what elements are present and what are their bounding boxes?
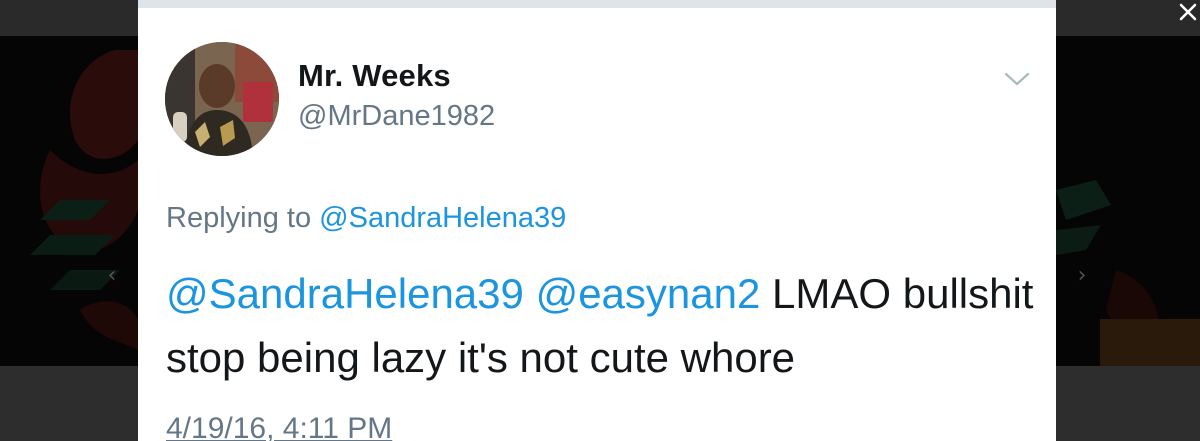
close-button[interactable] [1176,0,1200,24]
close-icon [1179,3,1197,21]
replying-to-label: Replying to [166,202,312,234]
chevron-right-icon: › [1077,263,1087,288]
avatar-image [165,42,279,156]
display-name[interactable]: Mr. Weeks [298,58,451,94]
tweet-text: @SandraHelena39 @easynan2 LMAO bullshit … [166,262,1036,390]
background-block [1100,319,1200,366]
chevron-left-icon: ‹ [107,263,117,288]
background-decoration-left [30,50,138,350]
mention-link[interactable]: @SandraHelena39 [166,270,524,317]
avatar[interactable] [165,42,279,156]
chevron-down-icon[interactable] [1002,68,1032,90]
replying-to-line: Replying to @SandraHelena39 [166,202,566,235]
next-button[interactable]: › [1072,264,1092,288]
tweet-timestamp[interactable]: 4/19/16, 4:11 PM [166,412,392,441]
mention-link[interactable]: @easynan2 [536,270,761,317]
reply-to-mention[interactable]: @SandraHelena39 [319,202,566,234]
tweet-card: Mr. Weeks @MrDane1982 Replying to @Sandr… [138,0,1056,441]
previous-button[interactable]: ‹ [102,264,122,288]
user-handle[interactable]: @MrDane1982 [298,100,495,133]
